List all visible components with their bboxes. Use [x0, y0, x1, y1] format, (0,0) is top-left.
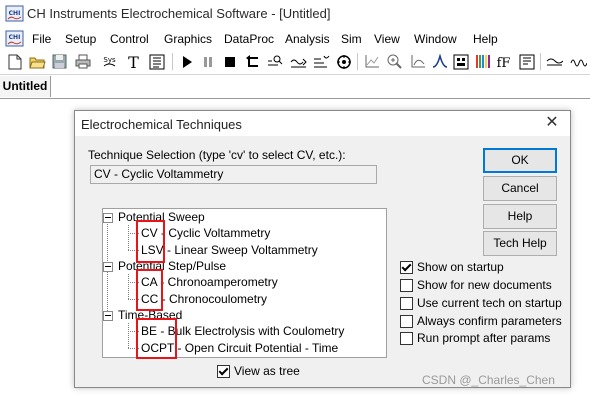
reverse-icon[interactable]	[244, 53, 261, 70]
font-icon[interactable]: fF	[495, 53, 512, 70]
menu-view[interactable]: View	[374, 32, 400, 46]
checkbox-box[interactable]	[400, 332, 413, 345]
save-icon[interactable]	[51, 53, 68, 70]
chi-document-icon[interactable]: CHI	[5, 30, 24, 47]
watermark-text: CSDN @_Charles_Chen	[422, 373, 555, 387]
annotation-highlight-box	[136, 318, 177, 359]
dialog-title: Electrochemical Techniques	[81, 117, 242, 132]
svg-text:Sys: Sys	[103, 56, 116, 64]
collapse-icon[interactable]	[103, 311, 113, 321]
sweep-icon[interactable]	[290, 53, 307, 70]
tech-help-button[interactable]: Tech Help	[483, 231, 557, 256]
peak-icon[interactable]	[431, 53, 448, 70]
tree-connector	[128, 323, 129, 348]
menu-sim[interactable]: Sim	[341, 32, 362, 46]
technique-name: - Cyclic Voltammetry	[157, 226, 271, 240]
menu-analysis[interactable]: Analysis	[285, 32, 330, 46]
help-button[interactable]: Help	[483, 204, 557, 229]
tree-connector	[128, 225, 129, 250]
menu-file[interactable]: File	[32, 32, 51, 46]
graph-icon[interactable]	[363, 53, 380, 70]
pause-icon[interactable]	[199, 53, 216, 70]
cancel-button[interactable]: Cancel	[483, 176, 557, 201]
run-icon[interactable]	[178, 53, 195, 70]
toolbar-separator	[540, 53, 541, 70]
toolbar: Sys T fF	[0, 50, 590, 75]
zoom-icon[interactable]	[267, 53, 284, 70]
font-color-icon[interactable]	[518, 53, 535, 70]
annotation-highlight-box	[136, 220, 165, 263]
svg-text:T: T	[128, 54, 139, 70]
technique-name: - Chronocoulometry	[158, 292, 268, 306]
menu-dataproc[interactable]: DataProc	[224, 32, 274, 46]
annotation-highlight-box	[136, 269, 163, 311]
tree-item-lsv[interactable]: LSV - Linear Sweep Voltammetry	[141, 242, 318, 258]
checkbox-box[interactable]	[400, 279, 413, 292]
checkbox-box[interactable]	[400, 297, 413, 310]
checkbox-box[interactable]	[217, 365, 230, 378]
menu-help[interactable]: Help	[473, 32, 498, 46]
technique-name: - Open Circuit Potential - Time	[174, 341, 339, 355]
new-file-icon[interactable]	[6, 53, 23, 70]
menu-window[interactable]: Window	[414, 32, 457, 46]
sys-icon[interactable]: Sys	[101, 53, 118, 70]
document-tab-strip: Untitled	[0, 75, 590, 99]
svg-text:CHI: CHI	[9, 10, 21, 17]
menu-graphics[interactable]: Graphics	[164, 32, 212, 46]
color-icon[interactable]	[474, 53, 491, 70]
tree-group-potential-step-pulse[interactable]: Potential Step/Pulse	[118, 258, 226, 274]
settings-icon[interactable]	[335, 53, 352, 70]
stop-icon[interactable]	[221, 53, 238, 70]
text-icon[interactable]: T	[125, 53, 142, 70]
checkbox-label: View as tree	[234, 364, 300, 378]
window-title: CH Instruments Electrochemical Software …	[27, 6, 331, 21]
menu-setup[interactable]: Setup	[65, 32, 96, 46]
checkbox-label: Show on startup	[417, 260, 504, 274]
close-icon[interactable]: ✕	[544, 115, 560, 131]
checkbox-label: Always confirm parameters	[417, 314, 562, 328]
menu-control[interactable]: Control	[110, 32, 149, 46]
chi-app-icon: CHI	[5, 5, 24, 22]
technique-name: - Linear Sweep Voltammetry	[163, 243, 318, 257]
svg-text:fF: fF	[497, 56, 511, 70]
manual-icon[interactable]	[409, 53, 426, 70]
toolbar-separator	[357, 53, 358, 70]
zoom-in-icon[interactable]	[386, 53, 403, 70]
tab-untitled[interactable]: Untitled	[0, 76, 51, 97]
checkbox-label: Run prompt after params	[417, 331, 551, 345]
dialog-titlebar: Electrochemical Techniques ✕	[75, 111, 570, 136]
electrochemical-techniques-dialog: Electrochemical Techniques ✕ Technique S…	[74, 110, 571, 388]
checkbox-label: Show for new documents	[417, 278, 552, 292]
overlay-icon[interactable]	[452, 53, 469, 70]
technique-tree: Potential Sweep CV - Cyclic Voltammetry …	[102, 208, 387, 359]
collapse-icon[interactable]	[103, 213, 113, 223]
toolbar-separator	[172, 53, 173, 70]
checkbox-box[interactable]	[400, 261, 413, 274]
technique-name: - Bulk Electrolysis with Coulometry	[157, 324, 345, 338]
tree-connector	[128, 274, 129, 299]
wave-icon[interactable]	[570, 53, 587, 70]
technique-name: - Chronoamperometry	[157, 275, 278, 289]
svg-text:CHI: CHI	[9, 34, 21, 41]
checkbox-label: Use current tech on startup	[417, 296, 562, 310]
checkbox-box[interactable]	[400, 315, 413, 328]
list-icon[interactable]	[148, 53, 165, 70]
ok-button[interactable]: OK	[483, 148, 557, 173]
smooth-icon[interactable]	[546, 53, 563, 70]
menu-bar: CHI File Setup Control Graphics DataProc…	[0, 28, 590, 50]
window-titlebar: CHI CH Instruments Electrochemical Softw…	[0, 0, 590, 28]
print-icon[interactable]	[74, 53, 91, 70]
open-folder-icon[interactable]	[29, 53, 46, 70]
technique-selection-label: Technique Selection (type 'cv' to select…	[88, 148, 346, 162]
collapse-icon[interactable]	[103, 262, 113, 272]
filter-icon[interactable]	[313, 53, 330, 70]
technique-selection-field[interactable]: CV - Cyclic Voltammetry	[90, 165, 377, 184]
